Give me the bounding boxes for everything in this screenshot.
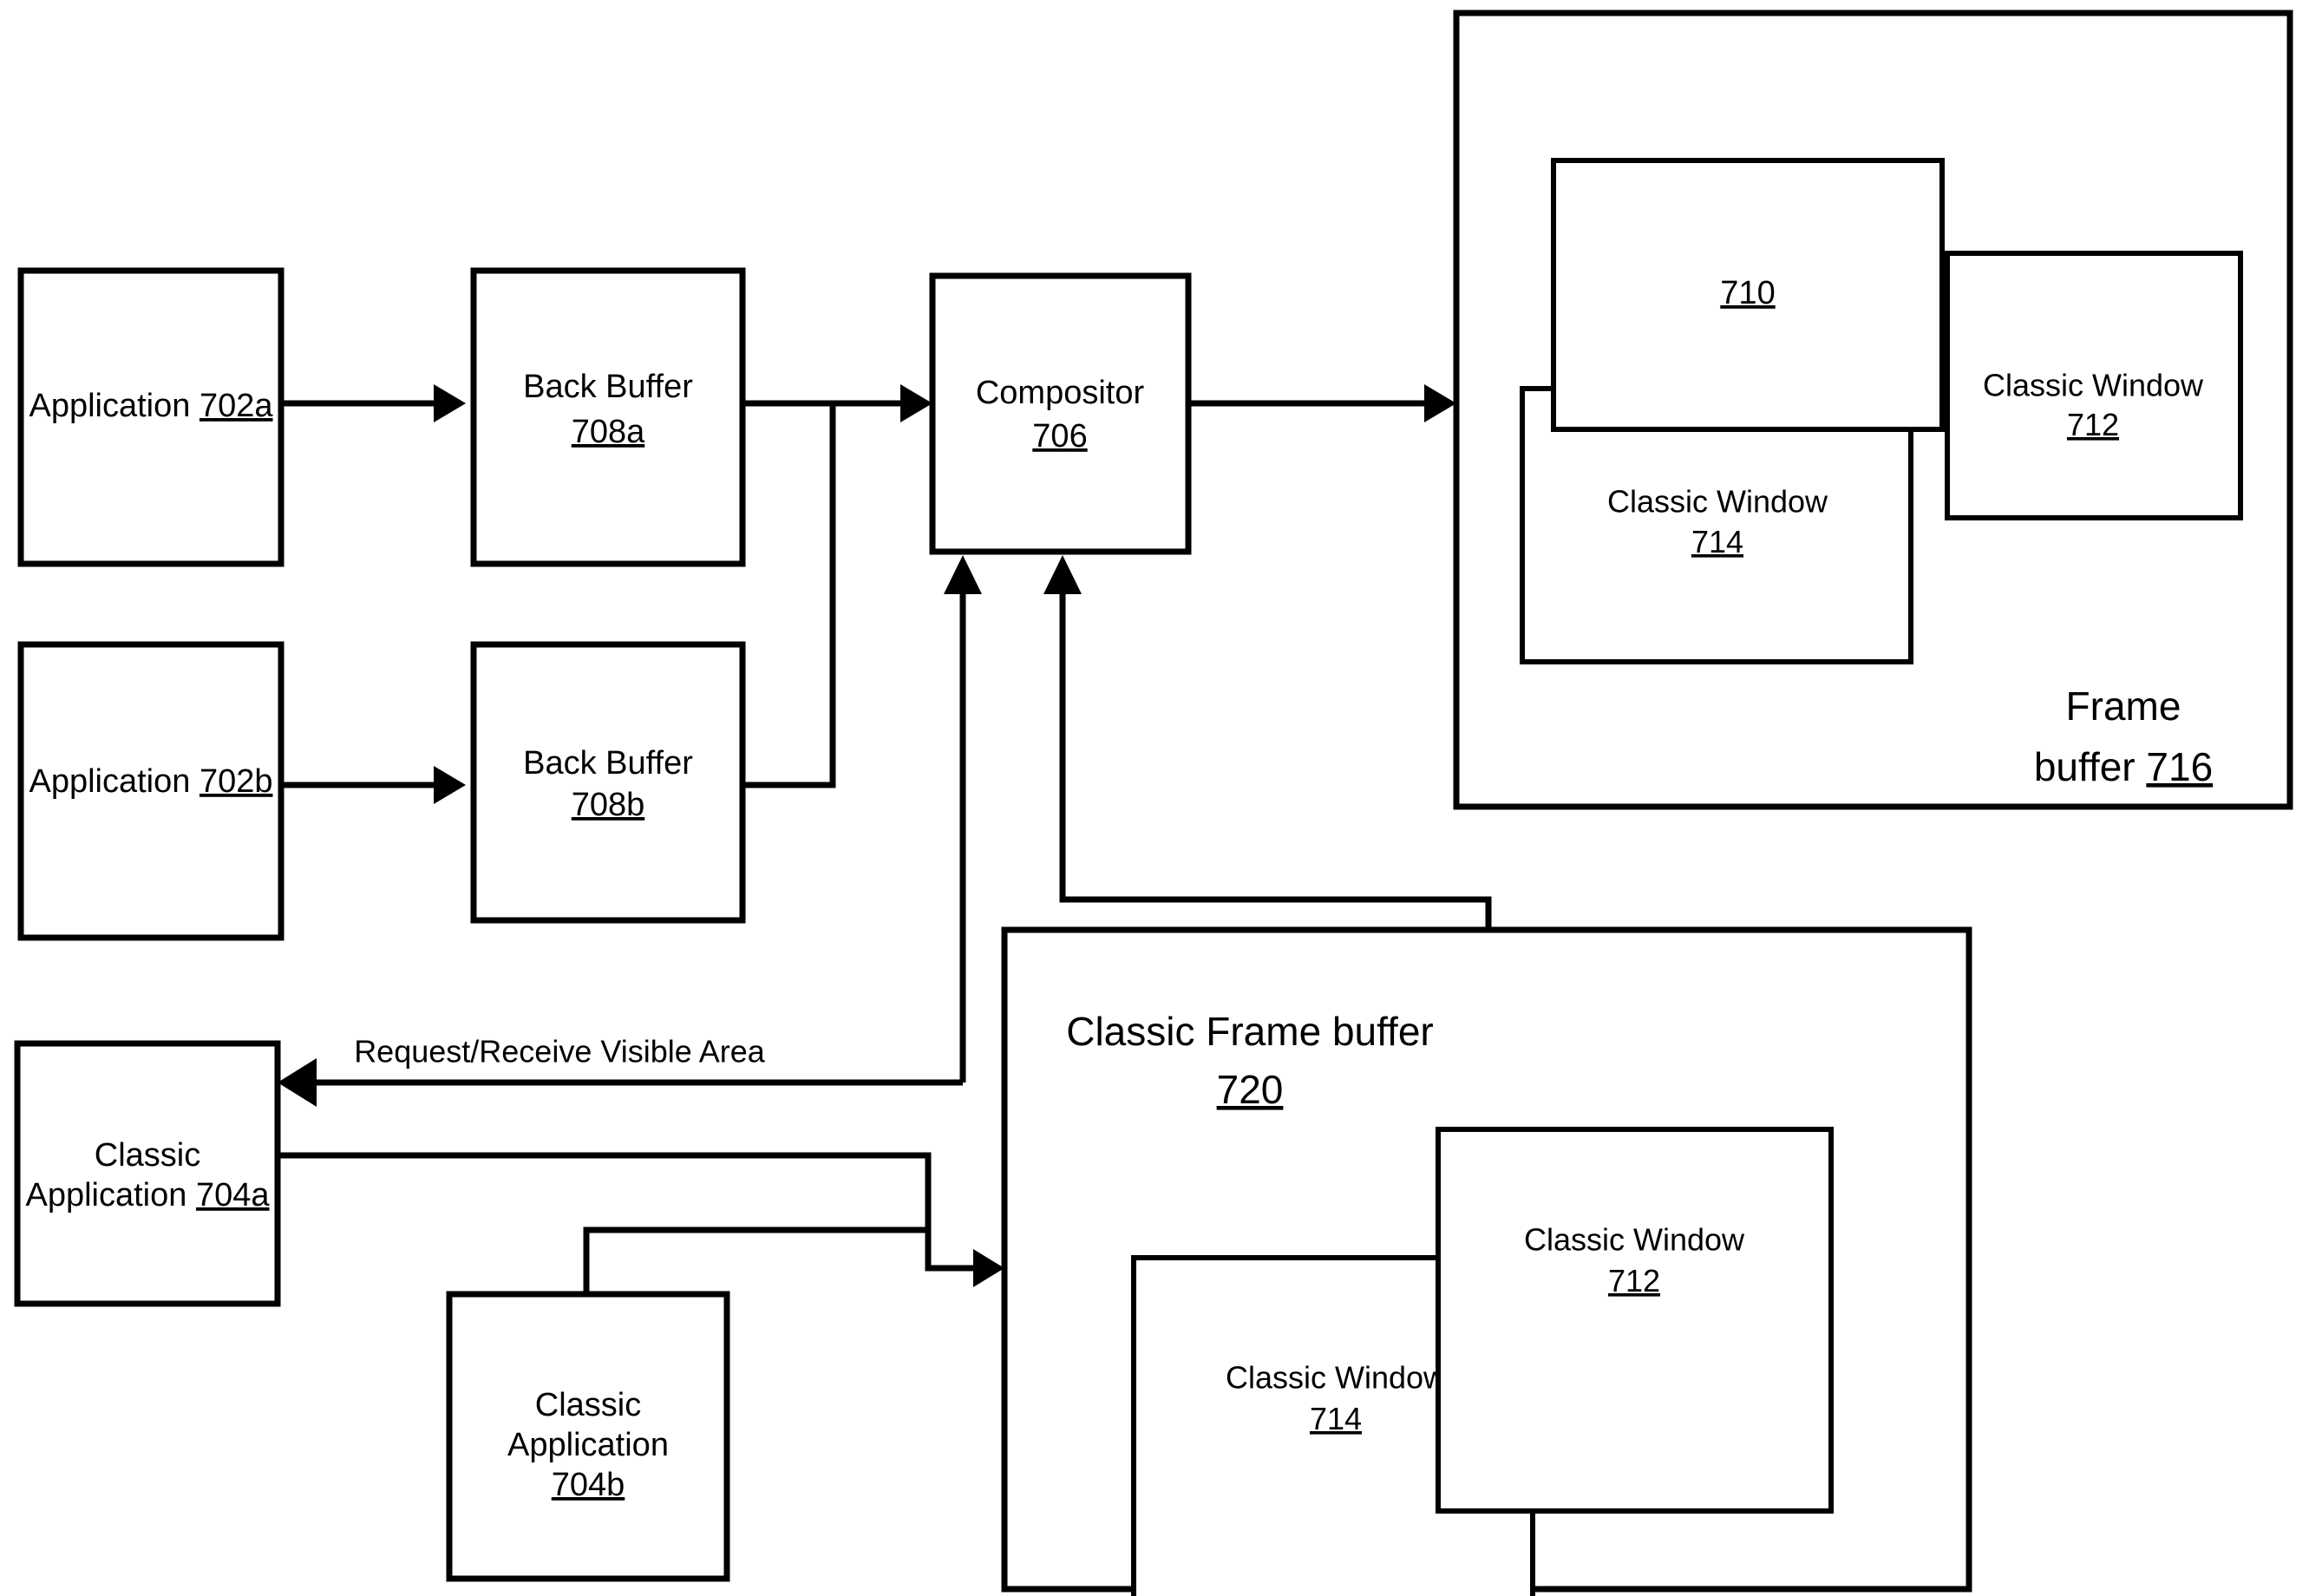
- frame-buffer-classic-window-712-ref: 712: [2067, 407, 2119, 442]
- frame-buffer-classic-window-714-ref: 714: [1691, 524, 1743, 559]
- frame-buffer-716-caption-line2: buffer 716: [2034, 744, 2213, 789]
- frame-buffer-classic-window-712-label: Classic Window: [1983, 368, 2204, 403]
- edge-708a-to-compositor-arrowhead: [900, 384, 932, 422]
- classic-application-704b-ref: 704b: [552, 1467, 625, 1503]
- application-702a-label: Application 702a: [29, 388, 273, 424]
- frame-buffer-716-caption-line1: Frame: [2066, 684, 2181, 729]
- application-702b-label: Application 702b: [29, 763, 272, 800]
- classic-frame-buffer-720-caption: Classic Frame buffer: [1066, 1009, 1434, 1054]
- edge-702b-to-708b-arrowhead: [434, 766, 466, 804]
- classic-application-704a-line2: Application 704a: [25, 1177, 270, 1213]
- edge-request-receive-visible-area-arrowhead: [278, 1058, 317, 1107]
- diagram-canvas: Classic Window 712 Classic Window 714 71…: [0, 0, 2322, 1596]
- request-receive-visible-area-label: Request/Receive Visible Area: [354, 1034, 766, 1069]
- classic-frame-buffer-classic-window-712-label: Classic Window: [1524, 1222, 1745, 1258]
- back-buffer-708a-label: Back Buffer: [523, 369, 693, 405]
- edge-classic-frame-buffer-to-compositor-arrowhead: [1043, 555, 1082, 594]
- back-buffer-708a-ref: 708a: [572, 414, 645, 450]
- edge-compositor-to-frame-buffer-arrowhead: [1424, 384, 1456, 422]
- compositor-706-ref: 706: [1032, 418, 1087, 455]
- frame-buffer-classic-window-714-label: Classic Window: [1607, 484, 1828, 520]
- edge-compositor-visible-area-arrowhead: [944, 555, 982, 594]
- edge-classic-frame-buffer-to-compositor: [1059, 594, 1492, 930]
- compositor-706-label: Compositor: [976, 375, 1145, 411]
- edge-708b-to-compositor: [742, 403, 836, 788]
- edge-702a-to-708a-arrowhead: [434, 384, 466, 422]
- compositor-706-box: [929, 272, 1192, 555]
- edge-704a-to-classic-frame-buffer: [278, 1152, 973, 1272]
- frame-buffer-window-710-ref: 710: [1720, 275, 1775, 311]
- classic-application-704b-line2: Application: [507, 1427, 669, 1463]
- classic-frame-buffer-classic-window-714-ref: 714: [1310, 1401, 1362, 1436]
- classic-application-704a-line1: Classic: [95, 1137, 200, 1174]
- edge-704b-to-classic-frame-buffer: [583, 1226, 928, 1294]
- back-buffer-708b-ref: 708b: [572, 787, 645, 823]
- classic-frame-buffer-classic-window-714-label: Classic Window: [1226, 1360, 1447, 1396]
- edge-704a-to-classic-frame-buffer-arrowhead: [973, 1249, 1004, 1287]
- back-buffer-708b-box: [470, 641, 746, 924]
- classic-frame-buffer-classic-window-712-ref: 712: [1608, 1263, 1660, 1298]
- patent-figure-svg: Classic Window 712 Classic Window 714 71…: [14, 10, 2293, 1596]
- back-buffer-708b-label: Back Buffer: [523, 745, 693, 782]
- classic-frame-buffer-720-ref: 720: [1217, 1067, 1284, 1112]
- classic-frame-buffer-classic-window-712-box: [1436, 1127, 1834, 1514]
- classic-application-704b-line1: Classic: [535, 1387, 641, 1423]
